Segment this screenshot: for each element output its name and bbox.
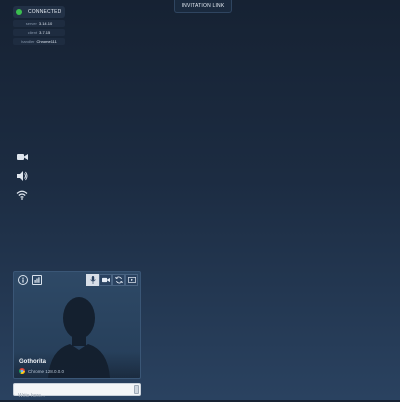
chat-send-handle[interactable] bbox=[134, 385, 139, 394]
card-top-left-controls bbox=[18, 275, 42, 285]
camera-icon[interactable] bbox=[15, 150, 29, 164]
camera-icon[interactable] bbox=[99, 274, 112, 286]
wifi-icon[interactable] bbox=[15, 188, 29, 202]
info-value: Chrome111 bbox=[36, 39, 57, 44]
connection-status-badge: CONNECTED bbox=[13, 6, 65, 18]
info-key: handler bbox=[21, 39, 35, 44]
screen-share-icon[interactable] bbox=[125, 274, 138, 286]
info-icon[interactable] bbox=[18, 275, 28, 285]
info-row-handler: handler Chrome111 bbox=[13, 38, 65, 45]
participant-video-card: Gothorita Chrome 128.0.0.0 bbox=[13, 271, 141, 379]
connection-status-panel: CONNECTED server 3.14.10 client 3.7.15 h… bbox=[13, 6, 69, 45]
info-value: 3.7.15 bbox=[39, 30, 51, 35]
stats-icon[interactable] bbox=[32, 275, 42, 285]
invitation-link-label: INVITATION LINK bbox=[181, 3, 225, 9]
invitation-link-button[interactable]: INVITATION LINK bbox=[174, 0, 232, 13]
info-key: server bbox=[25, 21, 37, 26]
switch-camera-icon[interactable] bbox=[112, 274, 125, 286]
connection-status-label: CONNECTED bbox=[28, 9, 62, 15]
connection-status-dot bbox=[16, 9, 22, 15]
microphone-icon[interactable] bbox=[86, 274, 99, 286]
speaker-icon[interactable] bbox=[15, 169, 29, 183]
media-controls bbox=[86, 274, 138, 286]
chat-input-box bbox=[13, 383, 141, 402]
side-toolbar bbox=[15, 150, 29, 207]
participant-name: Gothorita bbox=[19, 359, 46, 365]
info-key: client bbox=[27, 30, 38, 35]
browser-label: Chrome 128.0.0.0 bbox=[28, 368, 65, 374]
info-row-client: client 3.7.15 bbox=[13, 29, 65, 36]
card-footer-overlay bbox=[14, 352, 140, 378]
participant-browser: Chrome 128.0.0.0 bbox=[19, 368, 64, 374]
info-row-server: server 3.14.10 bbox=[13, 20, 65, 27]
chrome-icon bbox=[19, 368, 25, 374]
info-value: 3.14.10 bbox=[38, 21, 53, 26]
